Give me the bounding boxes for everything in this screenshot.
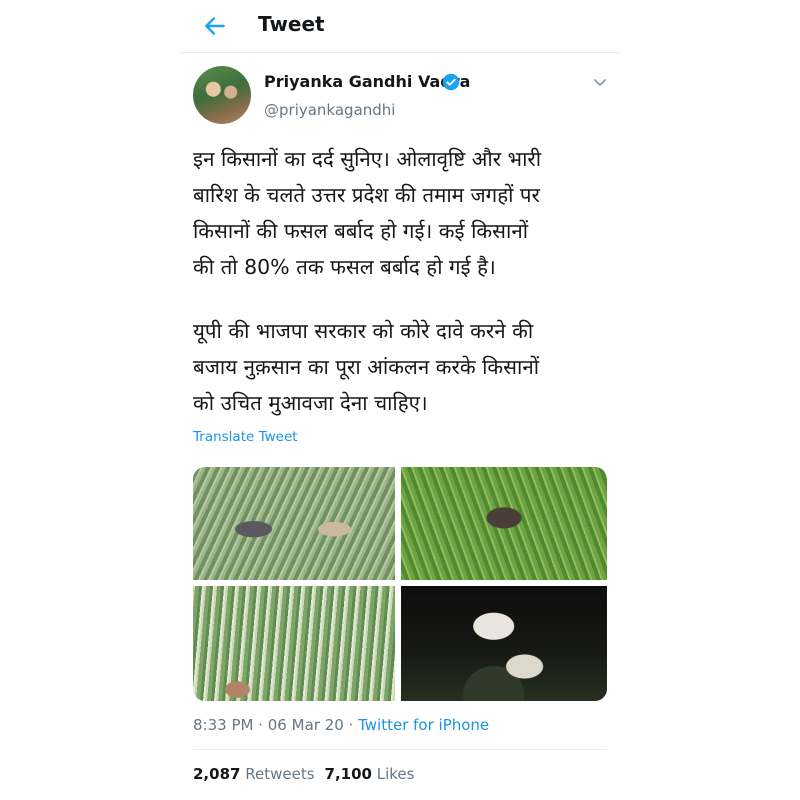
translate-tweet-link[interactable]: Translate Tweet [193,429,298,445]
author-name[interactable]: Priyanka Gandhi Vadra [264,72,470,91]
back-arrow-icon[interactable] [202,13,228,39]
tweet-paragraph: यूपी की भाजपा सरकार को कोरे दावे करने की… [193,319,540,415]
meta-separator: · [253,716,268,734]
likes-stat[interactable]: 7,100 Likes [325,765,415,783]
photo-damaged-wheat[interactable] [193,586,395,701]
tweet-date: 06 Mar 20 [267,716,344,734]
verified-badge-icon [442,73,460,91]
photo-farmers-night[interactable] [401,586,607,701]
photo-farmers-standing[interactable] [193,467,395,580]
top-bar: Tweet [180,0,620,53]
photo-grid [193,467,607,701]
divider [193,749,607,750]
page-title: Tweet [258,12,325,36]
meta-separator: · [343,716,359,734]
tweet-meta: 8:33 PM · 06 Mar 20 · Twitter for iPhone [193,716,489,734]
author-handle[interactable]: @priyankagandhi [264,101,395,119]
chevron-down-icon[interactable] [592,76,608,90]
retweets-count: 2,087 [193,765,241,783]
tweet-paragraph: इन किसानों का दर्द सुनिए। ओलावृष्टि और भ… [193,147,542,279]
photo-farmer-crouching[interactable] [401,467,607,580]
tweet-source-link[interactable]: Twitter for iPhone [358,716,489,734]
tweet-stats: 2,087 Retweets 7,100 Likes [193,765,414,783]
retweets-stat[interactable]: 2,087 Retweets [193,765,315,783]
tweet-time: 8:33 PM [193,716,254,734]
likes-count: 7,100 [324,765,372,783]
likes-label: Likes [376,765,415,783]
avatar[interactable] [193,66,251,124]
tweet-text: इन किसानों का दर्द सुनिए। ओलावृष्टि और भ… [193,141,613,421]
retweets-label: Retweets [245,765,315,783]
